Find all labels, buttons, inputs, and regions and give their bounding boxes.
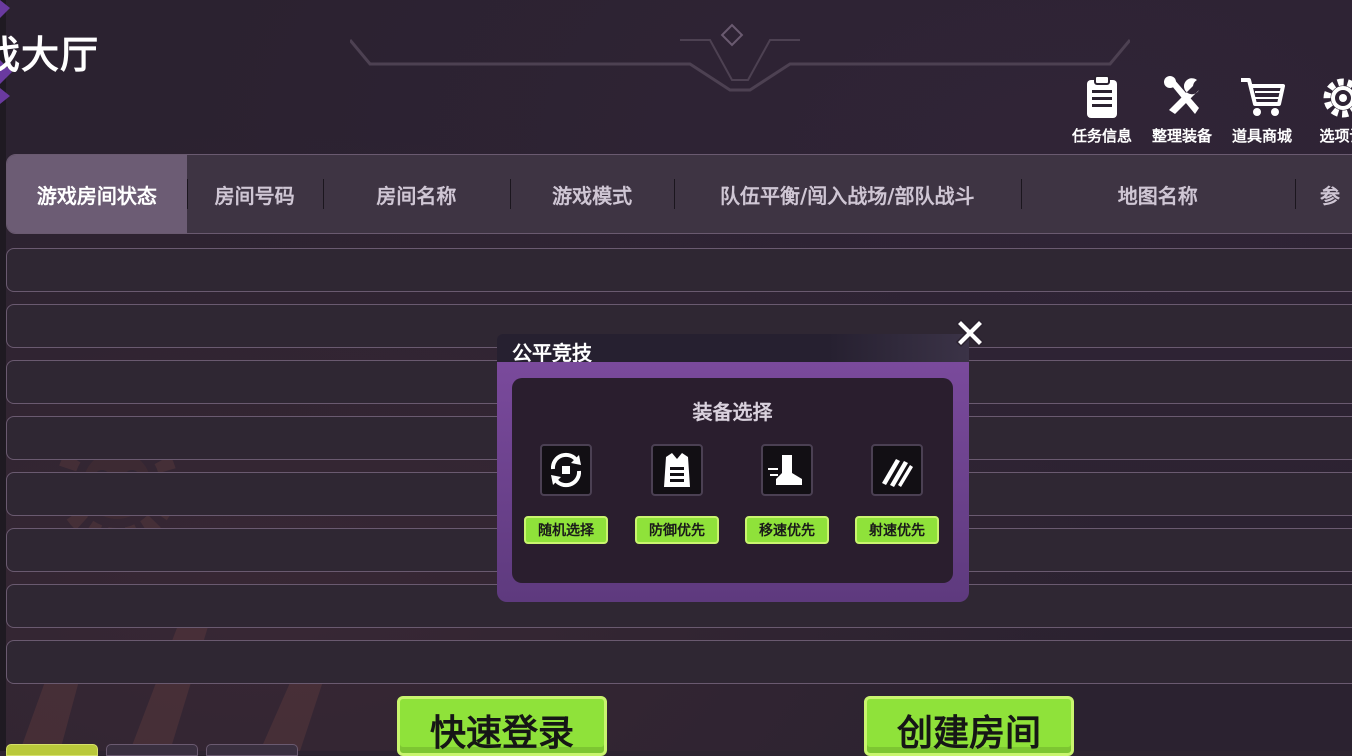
section-title: 装备选择 <box>692 400 773 424</box>
fire-rate-priority-button[interactable]: 射速优先 <box>855 516 939 544</box>
top-menu: 任务信息 整理装备 道具商城 选项设 <box>1062 74 1352 146</box>
menu-item-arrange-equipment[interactable]: 整理装备 <box>1142 74 1222 146</box>
create-room-label: 创建房间 <box>896 713 1041 754</box>
top-ornament <box>350 23 1130 92</box>
menu-item-label: 选项设 <box>1319 127 1352 145</box>
dialog-title-bar: 公平竞技 <box>497 334 969 365</box>
table-row[interactable] <box>6 640 1352 684</box>
random-select-button[interactable]: 随机选择 <box>524 516 608 544</box>
menu-item-options[interactable]: 选项设 <box>1302 74 1352 146</box>
menu-item-label: 整理装备 <box>1151 127 1212 145</box>
quick-login-label: 快速登录 <box>429 713 574 754</box>
column-map-name[interactable]: 地图名称 <box>1020 155 1296 233</box>
menu-item-mission-info[interactable]: 任务信息 <box>1062 74 1142 146</box>
menu-item-label: 任务信息 <box>1071 127 1132 145</box>
column-participants[interactable]: 参 <box>1295 155 1352 233</box>
clipboard-icon <box>1087 75 1117 118</box>
defense-priority-button[interactable]: 防御优先 <box>635 516 719 544</box>
speed-boot-icon <box>761 444 813 496</box>
option-random: 随机选择 <box>521 444 611 544</box>
table-row[interactable] <box>6 248 1352 292</box>
dialog-body: 装备选择 随机选择 防御优先 移速优先 射速优先 <box>497 362 969 602</box>
speed-priority-button[interactable]: 移速优先 <box>745 516 829 544</box>
armor-vest-icon <box>651 444 703 496</box>
filter-tab[interactable] <box>206 744 298 756</box>
random-cycle-icon <box>540 444 592 496</box>
quick-login-button[interactable]: 快速登录 <box>397 696 607 756</box>
column-team-balance[interactable]: 队伍平衡/闯入战场/部队战斗 <box>674 155 1020 233</box>
menu-item-item-shop[interactable]: 道具商城 <box>1222 74 1302 146</box>
close-icon[interactable] <box>951 314 989 352</box>
column-room-number[interactable]: 房间号码 <box>186 155 323 233</box>
filter-tab[interactable] <box>106 744 198 756</box>
filter-tab[interactable] <box>6 744 98 756</box>
menu-item-label: 道具商城 <box>1231 127 1292 145</box>
equipment-selection-panel: 装备选择 随机选择 防御优先 移速优先 射速优先 <box>512 378 953 583</box>
page-title: 戏大厅 <box>0 33 100 77</box>
option-defense: 防御优先 <box>632 444 722 544</box>
gear-icon <box>1323 78 1352 118</box>
column-room-status[interactable]: 游戏房间状态 <box>7 155 187 233</box>
bullets-icon <box>871 444 923 496</box>
tools-icon <box>1164 76 1199 114</box>
column-game-mode[interactable]: 游戏模式 <box>510 155 674 233</box>
option-fire-rate: 射速优先 <box>852 444 942 544</box>
create-room-button[interactable]: 创建房间 <box>864 696 1074 756</box>
bottom-filter-tabs <box>6 744 298 756</box>
cart-icon <box>1241 78 1285 116</box>
fair-competition-dialog: 公平竞技 装备选择 随机选择 防御优先 移速优先 射速优先 <box>497 334 969 602</box>
option-move-speed: 移速优先 <box>742 444 832 544</box>
room-table-header: 游戏房间状态 房间号码 房间名称 游戏模式 队伍平衡/闯入战场/部队战斗 地图名… <box>6 154 1352 234</box>
column-room-name[interactable]: 房间名称 <box>322 155 511 233</box>
